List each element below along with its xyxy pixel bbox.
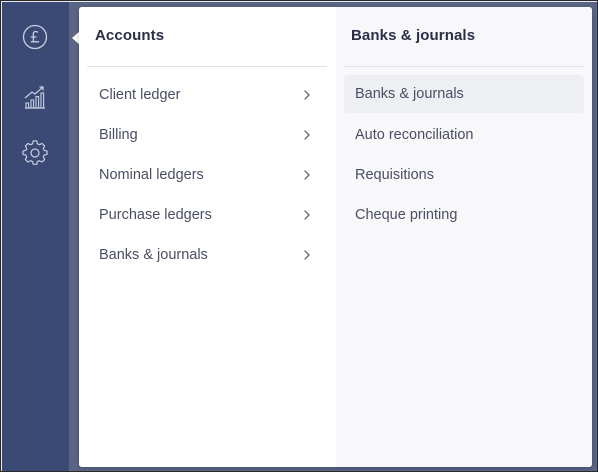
menu-item-label: Purchase ledgers — [99, 207, 212, 223]
submenu-item-label: Requisitions — [355, 167, 434, 183]
chevron-right-icon — [304, 210, 310, 220]
chevron-right-icon — [304, 90, 310, 100]
accounts-title: Accounts — [95, 27, 165, 44]
chevron-right-icon — [304, 130, 310, 140]
menu-item-label: Billing — [99, 127, 138, 143]
submenu-item-auto-reconciliation[interactable]: Auto reconciliation — [344, 116, 584, 154]
submenu-item-requisitions[interactable]: Requisitions — [344, 156, 584, 194]
side-rail — [2, 2, 69, 471]
menu-item-purchase-ledgers[interactable]: Purchase ledgers — [87, 196, 327, 234]
submenu-item-label: Banks & journals — [355, 86, 464, 102]
app-window: Accounts Client ledger Billing Nominal l… — [0, 0, 598, 472]
menu-item-label: Nominal ledgers — [99, 167, 204, 183]
banks-journals-submenu: Banks & journals Banks & journals Auto r… — [336, 7, 592, 467]
chevron-right-icon — [304, 170, 310, 180]
rail-item-settings[interactable] — [15, 133, 55, 173]
chevron-right-icon — [304, 250, 310, 260]
rail-item-reports[interactable] — [15, 77, 55, 117]
gear-icon — [22, 140, 48, 166]
pound-icon — [22, 24, 48, 50]
submenu-item-banks-journals[interactable]: Banks & journals — [344, 75, 584, 113]
divider — [344, 66, 584, 67]
menu-item-banks-journals[interactable]: Banks & journals — [87, 236, 327, 274]
submenu-title: Banks & journals — [351, 27, 476, 44]
menu-item-nominal-ledgers[interactable]: Nominal ledgers — [87, 156, 327, 194]
submenu-item-label: Auto reconciliation — [355, 127, 474, 143]
menu-item-client-ledger[interactable]: Client ledger — [87, 76, 327, 114]
rail-item-accounts[interactable] — [15, 17, 55, 57]
submenu-item-cheque-printing[interactable]: Cheque printing — [344, 196, 584, 234]
accounts-menu-panel: Accounts Client ledger Billing Nominal l… — [79, 7, 592, 467]
submenu-item-label: Cheque printing — [355, 207, 458, 223]
menu-item-billing[interactable]: Billing — [87, 116, 327, 154]
menu-item-label: Banks & journals — [99, 247, 208, 263]
accounts-column: Accounts Client ledger Billing Nominal l… — [79, 7, 336, 467]
menu-item-label: Client ledger — [99, 87, 181, 103]
chart-growth-icon — [22, 84, 48, 110]
divider — [87, 66, 327, 67]
